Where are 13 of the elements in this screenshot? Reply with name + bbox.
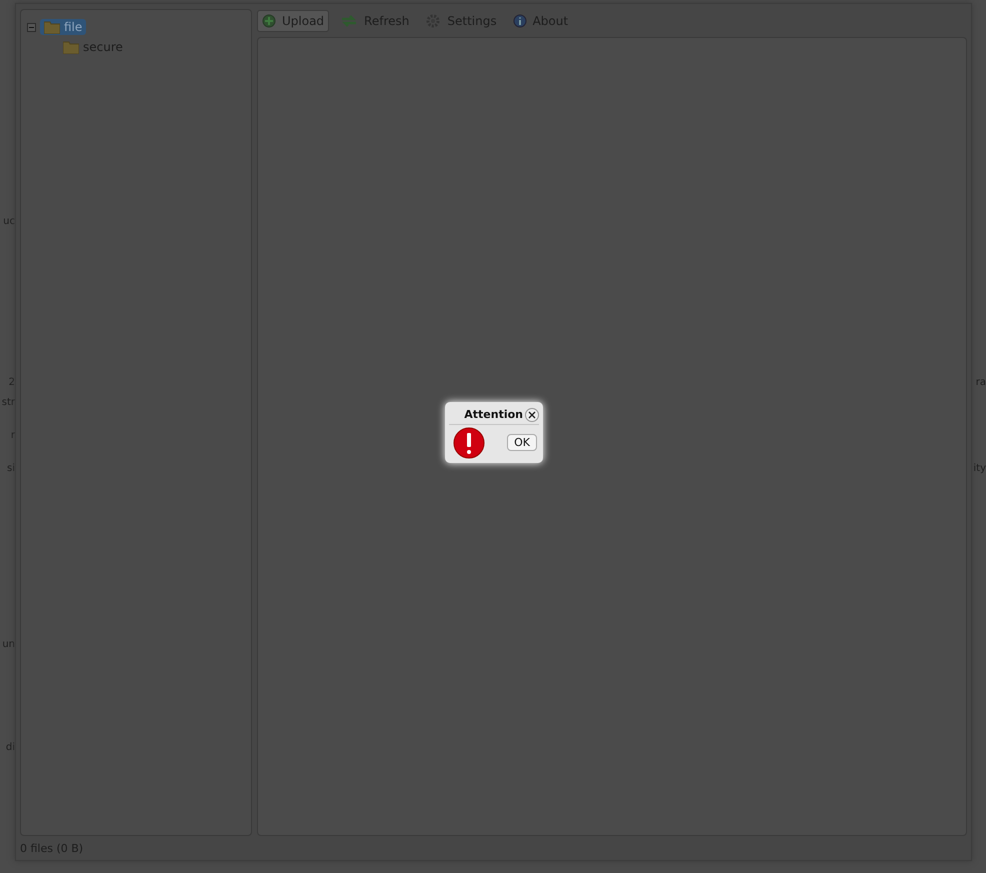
refresh-icon <box>340 14 358 28</box>
error-icon <box>453 426 485 458</box>
folder-icon <box>44 20 60 34</box>
toolbar-button[interactable]: Upload <box>257 10 330 32</box>
ok-button[interactable]: OK <box>507 434 537 451</box>
info-icon <box>512 14 527 28</box>
plus-circle-icon <box>262 14 276 28</box>
folder-icon <box>63 40 79 54</box>
close-button[interactable] <box>525 408 539 422</box>
close-icon <box>528 410 536 418</box>
collapse-toggle-icon[interactable] <box>27 22 36 32</box>
dialog-title: Attention <box>464 408 523 421</box>
tree-item[interactable]: file <box>40 19 86 35</box>
